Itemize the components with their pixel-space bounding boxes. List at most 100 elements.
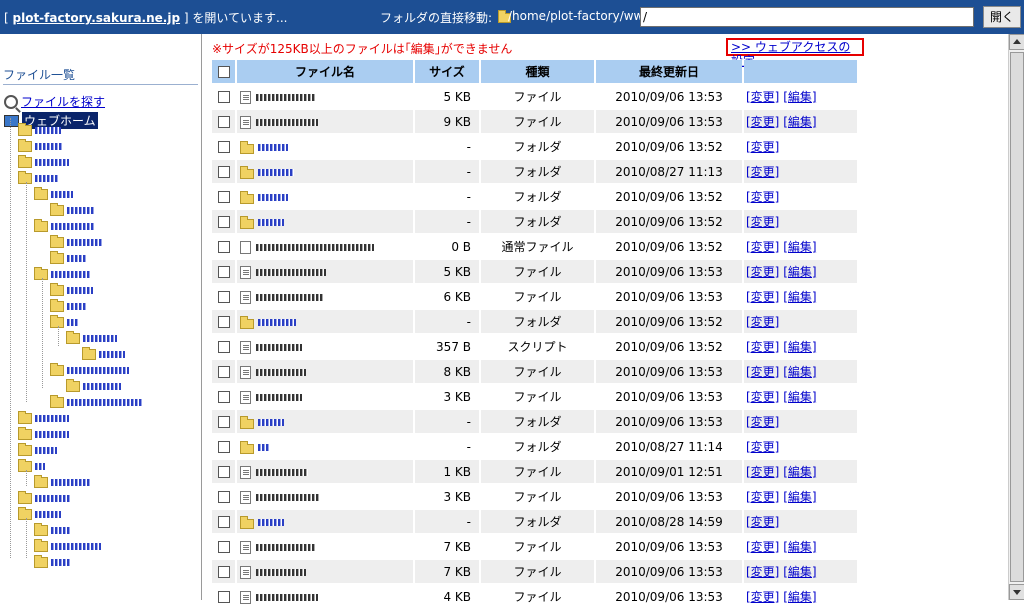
row-checkbox[interactable] [217,516,230,528]
file-name-cell[interactable] [237,485,413,508]
obscured-folder-name[interactable] [35,127,61,134]
row-checkbox[interactable] [217,391,230,403]
row-checkbox[interactable] [217,141,230,153]
tree-folder-item[interactable] [34,555,71,569]
tree-folder-item[interactable] [18,427,69,441]
tree-folder-item[interactable] [34,475,91,489]
file-name-cell[interactable] [237,110,413,133]
change-link[interactable]: [変更] [746,465,779,479]
change-link[interactable]: [変更] [746,515,779,529]
edit-link[interactable]: [編集] [783,265,816,279]
obscured-folder-name[interactable] [67,303,87,310]
row-checkbox[interactable] [217,466,230,478]
obscured-file-name[interactable] [258,518,284,526]
edit-link[interactable]: [編集] [783,240,816,254]
obscured-folder-name[interactable] [35,175,59,182]
obscured-folder-name[interactable] [51,271,91,278]
row-checkbox[interactable] [217,591,230,603]
web-access-settings-button[interactable]: >> ウェブアクセスの設定 [726,38,864,68]
edit-link[interactable]: [編集] [783,90,816,104]
obscured-folder-name[interactable] [35,143,63,150]
tree-folder-item[interactable] [18,459,45,473]
obscured-folder-name[interactable] [35,447,57,454]
obscured-folder-name[interactable] [35,463,45,470]
file-name-cell[interactable] [237,510,413,533]
file-name-cell[interactable] [237,385,413,408]
change-link[interactable]: [変更] [746,140,779,154]
change-link[interactable]: [変更] [746,165,779,179]
row-checkbox[interactable] [217,316,230,328]
find-file-link[interactable]: ファイルを探す [21,93,105,110]
obscured-folder-name[interactable] [51,559,71,566]
file-name-cell[interactable] [237,185,413,208]
tree-folder-item[interactable] [18,123,61,137]
edit-link[interactable]: [編集] [783,115,816,129]
obscured-file-name[interactable] [256,393,302,401]
path-input[interactable]: / [640,7,974,27]
row-checkbox[interactable] [217,366,230,378]
obscured-folder-name[interactable] [99,351,125,358]
obscured-folder-name[interactable] [51,543,101,550]
change-link[interactable]: [変更] [746,565,779,579]
change-link[interactable]: [変更] [746,415,779,429]
obscured-folder-name[interactable] [67,239,103,246]
row-checkbox[interactable] [217,91,230,103]
edit-link[interactable]: [編集] [783,590,816,604]
obscured-folder-name[interactable] [67,319,79,326]
row-checkbox[interactable] [217,541,230,553]
row-checkbox[interactable] [217,241,230,253]
file-name-cell[interactable] [237,360,413,383]
row-checkbox[interactable] [217,266,230,278]
obscured-folder-name[interactable] [35,495,71,502]
change-link[interactable]: [変更] [746,115,779,129]
size-header[interactable]: サイズ [415,60,479,83]
obscured-file-name[interactable] [256,593,318,601]
obscured-folder-name[interactable] [35,159,69,166]
file-name-cell[interactable] [237,235,413,258]
change-link[interactable]: [変更] [746,490,779,504]
change-link[interactable]: [変更] [746,365,779,379]
obscured-file-name[interactable] [258,443,270,451]
change-link[interactable]: [変更] [746,390,779,404]
tree-folder-item[interactable] [34,523,71,537]
type-header[interactable]: 種類 [481,60,594,83]
tree-folder-item[interactable] [50,283,93,297]
tree-folder-item[interactable] [50,299,87,313]
tree-folder-item[interactable] [50,395,143,409]
row-checkbox[interactable] [217,216,230,228]
edit-link[interactable]: [編集] [783,365,816,379]
file-name-cell[interactable] [237,460,413,483]
obscured-file-name[interactable] [258,168,294,176]
host-link[interactable]: plot-factory.sakura.ne.jp [13,11,181,25]
obscured-folder-name[interactable] [51,191,73,198]
tree-folder-item[interactable] [34,539,101,553]
file-name-cell[interactable] [237,435,413,458]
edit-link[interactable]: [編集] [783,565,816,579]
file-name-cell[interactable] [237,210,413,233]
obscured-file-name[interactable] [256,568,306,576]
obscured-folder-name[interactable] [67,367,129,374]
file-name-cell[interactable] [237,260,413,283]
change-link[interactable]: [変更] [746,265,779,279]
tree-folder-item[interactable] [50,235,103,249]
obscured-folder-name[interactable] [51,527,71,534]
obscured-folder-name[interactable] [51,223,95,230]
tree-folder-item[interactable] [34,187,73,201]
file-name-cell[interactable] [237,410,413,433]
change-link[interactable]: [変更] [746,215,779,229]
tree-folder-item[interactable] [18,171,59,185]
date-header[interactable]: 最終更新日 [596,60,742,83]
change-link[interactable]: [変更] [746,90,779,104]
obscured-file-name[interactable] [258,418,284,426]
obscured-folder-name[interactable] [67,255,87,262]
edit-link[interactable]: [編集] [783,390,816,404]
scroll-up-button[interactable] [1009,34,1024,50]
file-name-cell[interactable] [237,560,413,583]
obscured-folder-name[interactable] [83,335,117,342]
open-button[interactable]: 開く [983,6,1021,28]
edit-link[interactable]: [編集] [783,490,816,504]
obscured-file-name[interactable] [256,343,302,351]
file-name-cell[interactable] [237,585,413,608]
row-checkbox[interactable] [217,166,230,178]
tree-folder-item[interactable] [18,139,63,153]
